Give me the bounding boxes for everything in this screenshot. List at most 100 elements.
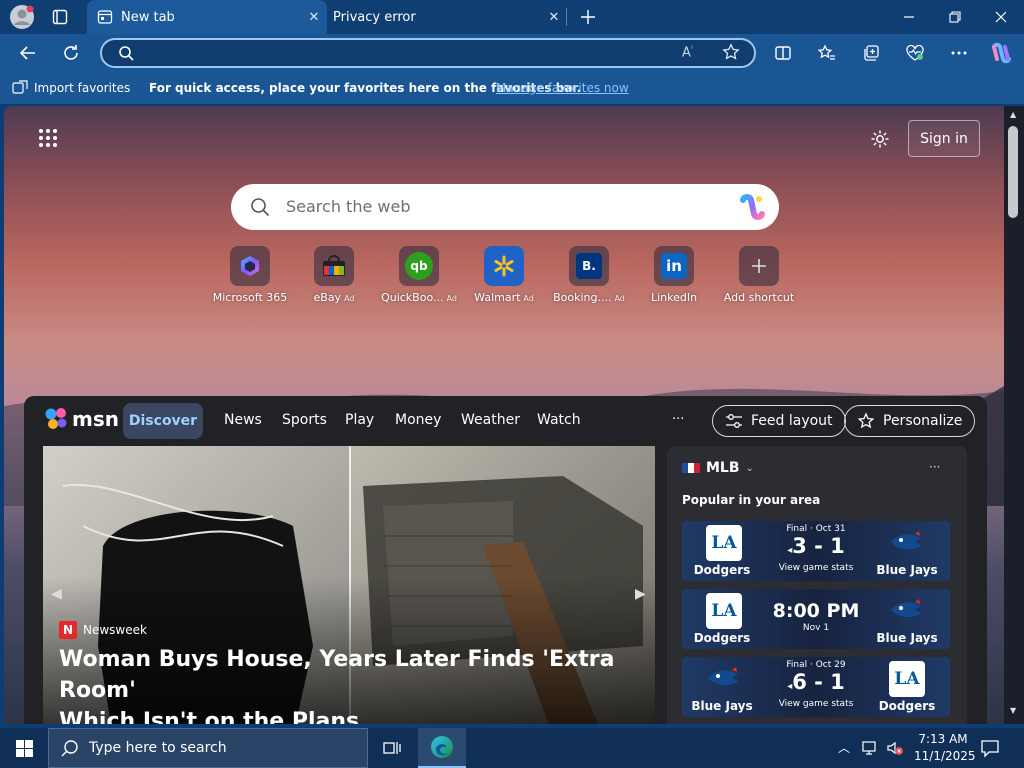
scrollbar-thumb[interactable] — [1008, 126, 1018, 218]
page-settings-gear-icon[interactable] — [870, 129, 890, 149]
search-icon — [250, 197, 270, 217]
favorites-button[interactable] — [812, 39, 842, 67]
sign-in-button[interactable]: Sign in — [908, 120, 980, 157]
ebay-icon — [314, 246, 354, 286]
nav-discover[interactable]: Discover — [123, 403, 203, 439]
nav-more[interactable]: ··· — [672, 412, 684, 427]
microsoft-365-icon — [230, 246, 270, 286]
favorite-star-icon[interactable] — [722, 43, 740, 61]
mlb-scores-card: MLB ⌄ ··· Popular in your area LA Dodger… — [667, 446, 967, 724]
split-screen-button[interactable] — [768, 39, 798, 67]
copilot-icon[interactable] — [737, 192, 767, 222]
game-card[interactable]: LA Dodgers 8:00 PM Nov 1 Blue Jays — [682, 589, 950, 649]
task-view-button[interactable] — [372, 728, 412, 768]
edge-taskbar-button[interactable] — [418, 728, 466, 768]
plus-icon — [581, 10, 595, 24]
collections-button[interactable] — [856, 39, 886, 67]
copilot-button[interactable] — [986, 39, 1016, 67]
restore-button[interactable] — [932, 0, 978, 34]
view-game-stats-link[interactable]: View game stats — [766, 699, 866, 709]
shortcut-microsoft-365[interactable]: Microsoft 365 — [205, 246, 295, 304]
article-headline[interactable]: Woman Buys House, Years Later Finds 'Ext… — [59, 644, 649, 724]
walmart-icon — [484, 246, 524, 286]
tab-actions-icon[interactable] — [46, 5, 74, 29]
shortcut-ebay[interactable]: eBay Ad — [289, 246, 379, 304]
dodgers-logo-icon: LA — [706, 593, 742, 629]
settings-more-button[interactable] — [944, 39, 974, 67]
shortcut-label: Microsoft 365 — [212, 291, 288, 304]
carousel-next-icon[interactable]: ▶ — [635, 586, 646, 602]
view-game-stats-link[interactable]: View game stats — [766, 563, 866, 573]
team-left: Dodgers — [693, 631, 751, 645]
browser-essentials-button[interactable] — [900, 39, 930, 67]
nav-news[interactable]: News — [224, 412, 262, 428]
close-window-button[interactable] — [978, 0, 1024, 34]
team-left: Dodgers — [693, 563, 751, 577]
ad-label: Ad — [446, 294, 457, 303]
network-icon[interactable] — [862, 740, 880, 756]
profile-avatar-icon[interactable] — [8, 5, 36, 29]
shortcut-quickbooks[interactable]: qb QuickBoo... Ad — [374, 246, 464, 304]
close-tab-icon[interactable]: ✕ — [301, 10, 327, 25]
team-right: Blue Jays — [876, 563, 938, 577]
more-icon — [951, 51, 967, 55]
notifications-icon[interactable] — [980, 738, 1000, 758]
web-search-box[interactable]: Search the web — [231, 184, 779, 230]
start-button[interactable] — [0, 728, 48, 768]
volume-muted-icon[interactable] — [886, 740, 904, 756]
scroll-up-icon[interactable]: ▲ — [1010, 110, 1016, 119]
nav-weather[interactable]: Weather — [461, 412, 520, 428]
personalize-label: Personalize — [883, 413, 963, 429]
game-time: 8:00 PM — [772, 600, 860, 622]
team-right: Dodgers — [878, 699, 936, 713]
game-info: Final · Oct 29 ◂6 - 1 View game stats — [766, 660, 866, 709]
manage-favorites-link[interactable]: Manage favorites now — [496, 81, 629, 95]
tab-privacy-error[interactable]: Privacy error ✕ — [327, 0, 567, 34]
newsweek-logo-icon: N — [59, 621, 77, 639]
shortcut-walmart[interactable]: Walmart Ad — [459, 246, 549, 304]
edge-browser-icon — [431, 736, 453, 758]
msn-logo[interactable]: msn — [44, 406, 119, 432]
shortcut-label: Add shortcut — [723, 291, 795, 304]
mlb-dropdown[interactable]: MLB ⌄ — [682, 460, 754, 476]
windows-taskbar: Type here to search ︿ 7:13 AM 11/1/2025 — [0, 728, 1024, 768]
blue-jays-logo-icon — [889, 525, 925, 561]
refresh-button[interactable] — [56, 39, 86, 67]
personalize-button[interactable]: Personalize — [844, 405, 976, 437]
nav-sports[interactable]: Sports — [282, 412, 327, 428]
back-button[interactable] — [13, 39, 43, 67]
taskbar-clock[interactable]: 7:13 AM 11/1/2025 — [914, 731, 976, 765]
new-tab-button[interactable] — [574, 5, 602, 29]
chevron-down-icon: ⌄ — [745, 462, 754, 474]
taskbar-search-box[interactable]: Type here to search — [48, 728, 368, 768]
nav-watch[interactable]: Watch — [537, 412, 581, 428]
show-hidden-icons-chevron-icon[interactable]: ︿ — [838, 739, 850, 756]
add-shortcut-button[interactable]: Add shortcut — [714, 246, 804, 304]
ad-label: Ad — [344, 294, 355, 303]
feed-layout-button[interactable]: Feed layout — [712, 405, 846, 437]
game-score: ◂3 - 1 — [787, 534, 845, 558]
shortcut-booking[interactable]: B. Booking.... Ad — [544, 246, 634, 304]
nav-money[interactable]: Money — [395, 412, 441, 428]
tab-new-tab[interactable]: New tab ✕ — [87, 0, 327, 34]
mlb-logo-icon — [682, 463, 700, 473]
carousel-prev-icon[interactable]: ◀ — [51, 586, 62, 602]
blue-jays-logo-icon — [889, 593, 925, 629]
apps-launcher-icon[interactable] — [38, 128, 58, 148]
nav-play[interactable]: Play — [345, 412, 374, 428]
minimize-button[interactable] — [886, 0, 932, 34]
shortcut-linkedin[interactable]: in LinkedIn — [629, 246, 719, 304]
mlb-more-icon[interactable]: ··· — [929, 460, 940, 474]
close-tab-icon[interactable]: ✕ — [541, 10, 567, 25]
address-bar[interactable]: A⁾ — [100, 38, 756, 68]
game-card[interactable]: LA Dodgers Final · Oct 31 ◂3 - 1 View ga… — [682, 521, 950, 581]
address-input[interactable] — [142, 43, 662, 63]
read-aloud-icon[interactable]: A⁾ — [682, 44, 693, 60]
heart-pulse-icon — [906, 44, 924, 61]
hero-article-card[interactable]: ◀ ▶ N Newsweek Woman Buys House, Years L… — [43, 446, 655, 724]
collections-icon — [864, 45, 879, 61]
import-favorites-button[interactable]: Import favorites — [12, 80, 130, 96]
scroll-down-icon[interactable]: ▼ — [1010, 706, 1016, 715]
game-card[interactable]: Blue Jays Final · Oct 29 ◂6 - 1 View gam… — [682, 657, 950, 717]
shortcut-label: LinkedIn — [650, 291, 698, 304]
